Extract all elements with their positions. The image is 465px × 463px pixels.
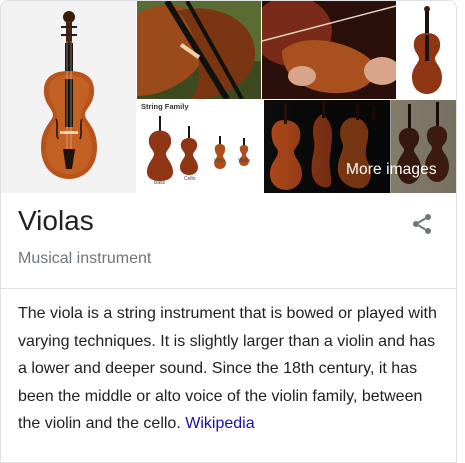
share-button[interactable] <box>410 212 434 236</box>
viola-main-image[interactable] <box>1 1 136 193</box>
wikipedia-link[interactable]: Wikipedia <box>185 415 254 432</box>
panel-subtitle: Musical instrument <box>18 250 152 267</box>
more-images-overlay <box>264 100 456 193</box>
section-divider <box>1 288 456 289</box>
family-label-bass: Bass <box>154 180 166 186</box>
viola-single-image[interactable] <box>397 1 456 99</box>
panel-title: Violas <box>18 205 94 236</box>
family-label-cello: Cello <box>184 176 196 182</box>
panel-header: Violas Musical instrument <box>18 204 151 268</box>
string-family-image[interactable]: String Family Bass Cello Viola Violin <box>137 100 263 193</box>
viola-player-image[interactable] <box>262 1 396 99</box>
description-text: The viola is a string instrument that is… <box>18 305 437 433</box>
family-label-violin: Violin <box>238 158 251 164</box>
viola-closeup-image[interactable] <box>137 1 261 99</box>
knowledge-panel: String Family Bass Cello Viola Violin Mo… <box>0 0 457 463</box>
share-icon <box>413 214 431 234</box>
description: The viola is a string instrument that is… <box>18 300 438 438</box>
family-label-viola: Viola <box>214 158 226 164</box>
more-images-link[interactable]: More images <box>346 161 437 179</box>
image-mosaic: String Family Bass Cello Viola Violin Mo… <box>1 1 456 193</box>
